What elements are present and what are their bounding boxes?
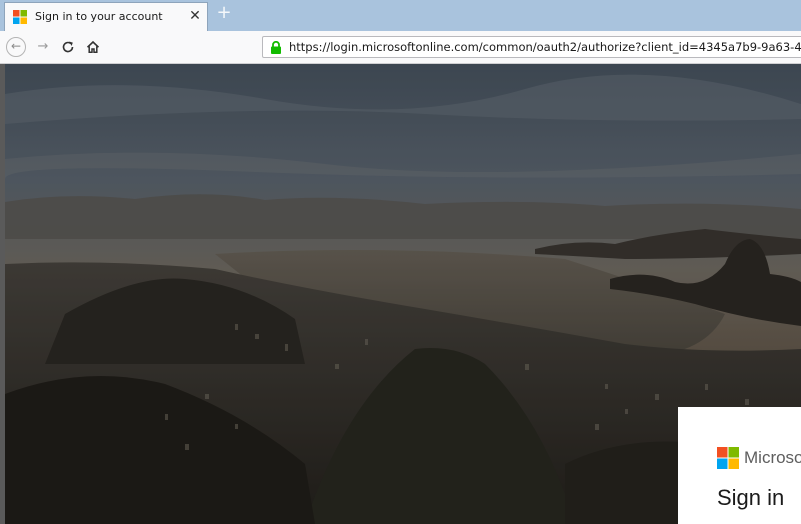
- forward-arrow-icon[interactable]: →: [33, 37, 53, 57]
- close-icon[interactable]: ✕: [187, 8, 203, 24]
- microsoft-logo-icon: [717, 447, 739, 469]
- page-content: Microsoft Sign in: [5, 64, 801, 524]
- navigation-bar: ← → https://login.microsoftonline.com/co…: [0, 31, 801, 64]
- url-text[interactable]: https://login.microsoftonline.com/common…: [289, 40, 801, 54]
- microsoft-logo-icon: [13, 10, 27, 24]
- back-arrow-icon[interactable]: ←: [6, 37, 26, 57]
- reload-icon[interactable]: [58, 37, 78, 57]
- brand-name: Microsoft: [744, 448, 801, 467]
- plus-icon[interactable]: +: [214, 3, 234, 25]
- tab-title: Sign in to your account: [35, 10, 163, 23]
- page-title: Sign in: [717, 485, 785, 510]
- lock-icon: [271, 41, 281, 54]
- login-card: Microsoft Sign in: [678, 407, 801, 524]
- home-icon[interactable]: [83, 37, 103, 57]
- browser-window: Sign in to your account ✕ + ← → https://…: [0, 0, 801, 524]
- url-bar[interactable]: https://login.microsoftonline.com/common…: [262, 36, 801, 58]
- tab-sign-in[interactable]: Sign in to your account ✕: [4, 2, 208, 31]
- tab-strip: Sign in to your account ✕ +: [0, 0, 801, 31]
